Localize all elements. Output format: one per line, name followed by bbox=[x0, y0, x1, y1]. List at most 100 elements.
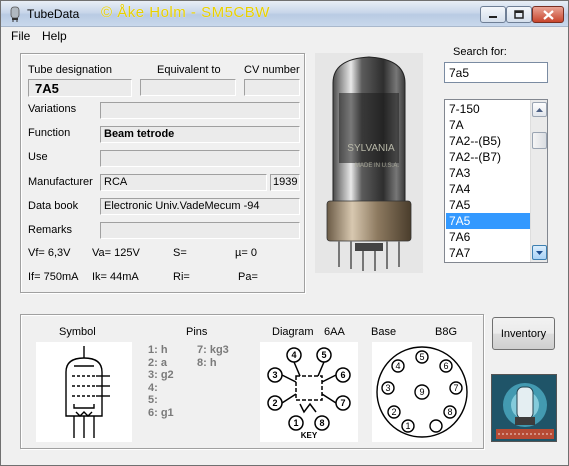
close-icon bbox=[542, 9, 554, 20]
use-field[interactable] bbox=[100, 150, 300, 167]
remarks-label: Remarks bbox=[28, 224, 73, 236]
base-pin-label: 9 bbox=[419, 387, 424, 397]
pins-column-1: 1: h 2: a 3: g2 4: 5: 6: g1 bbox=[148, 344, 174, 420]
list-scrollbar[interactable] bbox=[530, 100, 547, 262]
diagram-pin-label: 8 bbox=[319, 418, 324, 428]
tube-app-icon bbox=[10, 6, 20, 22]
menu-file[interactable]: File bbox=[11, 29, 30, 43]
scroll-down-button[interactable] bbox=[532, 245, 547, 260]
base-pin-label: 2 bbox=[391, 407, 396, 417]
mu-value: µ= 0 bbox=[235, 247, 257, 259]
function-field[interactable]: Beam tetrode bbox=[100, 126, 300, 143]
close-button[interactable] bbox=[532, 6, 564, 23]
tube-designation-label: Tube designation bbox=[28, 64, 112, 76]
base-label: Base bbox=[371, 326, 397, 338]
tube-made-in-text: MADE IN U.S.A. bbox=[355, 163, 399, 169]
pins-column-2: 7: kg3 8: h bbox=[197, 344, 229, 369]
scroll-up-button[interactable] bbox=[532, 102, 547, 117]
equivalent-field[interactable] bbox=[140, 79, 236, 96]
author-credit: © Åke Holm - SM5CBW bbox=[101, 4, 270, 21]
ik-value: Ik= 44mA bbox=[92, 271, 139, 283]
minimize-button[interactable] bbox=[480, 6, 506, 23]
tube-brand-text: SYLVANIA bbox=[347, 143, 395, 154]
maximize-icon bbox=[514, 10, 524, 19]
base-pin-label: 4 bbox=[395, 361, 400, 371]
tube-logo-icon bbox=[492, 375, 556, 441]
base-pin-label: 7 bbox=[453, 383, 458, 393]
list-item[interactable]: 7A7 bbox=[446, 245, 531, 261]
manufacturer-field[interactable]: RCA bbox=[100, 174, 267, 191]
list-item[interactable]: 7A2--(B7) bbox=[446, 149, 531, 165]
arrow-up-icon bbox=[536, 107, 543, 112]
search-label: Search for: bbox=[453, 46, 507, 58]
app-window: TubeData © Åke Holm - SM5CBW File Help T… bbox=[0, 0, 569, 466]
pa-value: Pa= bbox=[238, 271, 258, 283]
pin-entry: 3: g2 bbox=[148, 369, 174, 382]
scroll-thumb[interactable] bbox=[532, 132, 547, 149]
base-pinout-icon: 1 2 3 4 5 6 7 8 9 bbox=[376, 346, 468, 438]
symbol-panel bbox=[36, 342, 132, 442]
diagram-pin-label: 1 bbox=[293, 418, 298, 428]
pin-entry: 6: g1 bbox=[148, 406, 174, 419]
maximize-button[interactable] bbox=[506, 6, 532, 23]
list-item[interactable]: 7A6 bbox=[446, 229, 531, 245]
minimize-icon bbox=[489, 15, 497, 18]
list-item[interactable]: 7A3 bbox=[446, 165, 531, 181]
cv-number-field[interactable] bbox=[244, 79, 300, 96]
diagram-pin-label: 4 bbox=[291, 350, 296, 360]
symbol-label: Symbol bbox=[59, 326, 96, 338]
base-pin-label: 3 bbox=[385, 383, 390, 393]
tube-photo: SYLVANIA MADE IN U.S.A. bbox=[315, 53, 423, 273]
pin-diagram-panel: KEY 1 2 3 4 5 6 7 8 bbox=[260, 342, 358, 442]
diagram-label: Diagram bbox=[272, 326, 314, 338]
pin-entry: 5: bbox=[148, 394, 158, 407]
databook-field[interactable]: Electronic Univ.VadeMecum -94 bbox=[100, 198, 300, 215]
base-pin-label: 5 bbox=[419, 352, 424, 362]
diagram-pin-label: 5 bbox=[321, 350, 326, 360]
variations-label: Variations bbox=[28, 103, 77, 115]
diagram-key-text: KEY bbox=[301, 431, 318, 440]
cv-number-label: CV number bbox=[244, 64, 300, 76]
variations-field[interactable] bbox=[100, 102, 300, 119]
pin-entry: 7: kg3 bbox=[197, 344, 229, 356]
diagram-pin-label: 6 bbox=[340, 370, 345, 380]
base-pin-label: 1 bbox=[405, 421, 410, 431]
remarks-field[interactable] bbox=[100, 222, 300, 239]
pin-entry: 8: h bbox=[197, 356, 217, 369]
vf-value: Vf= 6,3V bbox=[28, 247, 71, 259]
pin-entry: 2: a bbox=[148, 356, 167, 369]
diagram-pin-label: 3 bbox=[272, 370, 277, 380]
va-value: Va= 125V bbox=[92, 247, 140, 259]
use-label: Use bbox=[28, 151, 48, 163]
list-item[interactable]: 7A2--(B5) bbox=[446, 133, 531, 149]
base-code: B8G bbox=[435, 326, 458, 338]
pin-diagram-icon: KEY 1 2 3 4 5 6 7 8 bbox=[267, 347, 351, 440]
year-field[interactable]: 1939 bbox=[270, 174, 300, 191]
list-item-selected[interactable]: 7A5 bbox=[446, 213, 531, 229]
tube-photo-image: SYLVANIA MADE IN U.S.A. bbox=[326, 56, 412, 271]
inventory-button[interactable]: Inventory bbox=[492, 317, 555, 350]
diagram-code: 6AA bbox=[324, 326, 345, 338]
list-item[interactable]: 7-150 bbox=[446, 101, 531, 117]
search-input[interactable] bbox=[444, 62, 548, 83]
function-label: Function bbox=[28, 127, 71, 139]
pin-entry: 1: h bbox=[148, 344, 168, 356]
app-logo bbox=[491, 374, 557, 442]
tube-symbol-icon bbox=[65, 346, 110, 438]
base-pin-label: 8 bbox=[447, 407, 452, 417]
if-value: If= 750mA bbox=[28, 271, 79, 283]
diagram-pin-label: 2 bbox=[272, 398, 277, 408]
title-bar[interactable]: TubeData © Åke Holm - SM5CBW bbox=[1, 1, 568, 27]
manufacturer-label: Manufacturer bbox=[28, 176, 93, 188]
pin-entry: 4: bbox=[148, 381, 158, 394]
list-item[interactable]: 7A4 bbox=[446, 181, 531, 197]
list-item[interactable]: 7A bbox=[446, 117, 531, 133]
list-item[interactable]: 7A5 bbox=[446, 197, 531, 213]
ri-value: Ri= bbox=[173, 271, 190, 283]
pins-label: Pins bbox=[186, 326, 208, 338]
arrow-down-icon bbox=[536, 250, 543, 255]
tube-list[interactable]: 7-150 7A 7A2--(B5) 7A2--(B7) 7A3 7A4 7A5… bbox=[444, 99, 548, 263]
tube-designation-field[interactable]: 7A5 bbox=[28, 79, 132, 97]
menu-bar: File Help bbox=[1, 27, 568, 46]
menu-help[interactable]: Help bbox=[42, 29, 67, 43]
